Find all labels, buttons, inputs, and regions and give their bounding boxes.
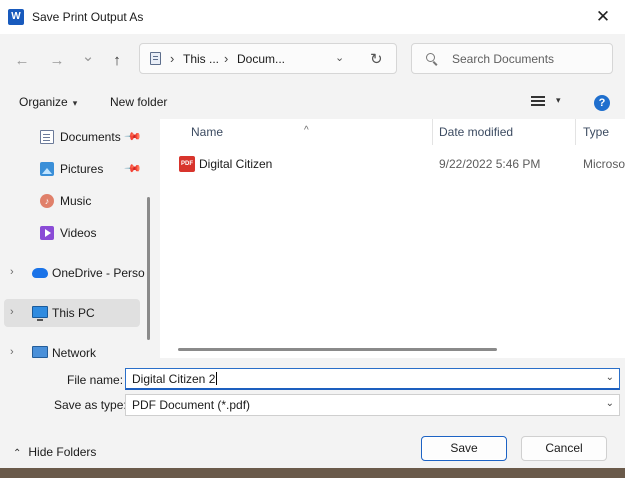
breadcrumb-documents[interactable]: Docum...: [237, 52, 285, 66]
breadcrumb-separator-icon: ›: [224, 51, 229, 66]
hide-folders-button[interactable]: ⌃ Hide Folders: [13, 445, 96, 459]
save-button[interactable]: Save: [421, 436, 507, 461]
onedrive-icon: [32, 268, 48, 278]
cancel-button[interactable]: Cancel: [521, 436, 607, 461]
sidebar-item-onedrive[interactable]: › OneDrive - Perso: [0, 259, 145, 287]
word-app-icon: W: [8, 9, 24, 25]
organize-label: Organize: [19, 95, 68, 109]
file-name-field[interactable]: Digital Citizen 2 ⌄: [125, 368, 620, 390]
column-header-date-modified[interactable]: Date modified: [433, 119, 575, 145]
this-pc-icon: [32, 306, 48, 321]
type-cell: Microso: [583, 157, 625, 171]
save-dialog: W Save Print Output As ✕ ← → ⌄ ↑ › This …: [0, 0, 625, 478]
horizontal-scrollbar[interactable]: [178, 348, 497, 351]
column-header-name[interactable]: Name ^: [160, 119, 432, 145]
documents-icon: [40, 130, 54, 144]
view-dropdown-icon[interactable]: ▾: [556, 95, 561, 106]
help-icon[interactable]: ?: [594, 95, 610, 111]
expand-chevron-icon[interactable]: ›: [10, 266, 14, 278]
sidebar-item-this-pc[interactable]: › This PC: [4, 299, 140, 327]
file-name-dropdown-icon[interactable]: ⌄: [606, 372, 614, 383]
pictures-icon: [40, 162, 54, 176]
sidebar-item-documents[interactable]: Documents 📌: [0, 123, 142, 151]
file-name-cell: Digital Citizen: [199, 157, 273, 171]
address-dropdown-icon[interactable]: ⌄: [335, 51, 344, 64]
sidebar-item-label: Music: [60, 194, 92, 208]
file-list: Name ^ Date modified Type PDF Digital Ci…: [160, 119, 625, 358]
back-arrow-icon[interactable]: ←: [11, 50, 33, 72]
column-header-label: Name: [191, 125, 224, 139]
up-arrow-icon[interactable]: ↑: [106, 50, 128, 72]
save-as-type-select[interactable]: PDF Document (*.pdf) ⌄: [125, 394, 620, 416]
navigation-pane-scrollbar[interactable]: [147, 197, 150, 340]
navigation-pane: Documents 📌 Pictures 📌 ♪ Music Videos › …: [0, 119, 158, 358]
breadcrumb-this-pc[interactable]: This ...: [183, 52, 219, 66]
refresh-icon[interactable]: ↻: [370, 50, 383, 68]
save-as-type-value: PDF Document (*.pdf): [132, 398, 251, 412]
address-location-icon: [150, 52, 161, 65]
save-form: File name: Digital Citizen 2 ⌄ Save as t…: [0, 358, 625, 420]
breadcrumb-separator-icon: ›: [170, 51, 175, 66]
expand-chevron-icon[interactable]: ›: [10, 346, 14, 358]
desktop-background-strip: [0, 468, 625, 478]
sidebar-item-label: Videos: [60, 226, 97, 240]
recent-locations-chevron-icon[interactable]: ⌄: [77, 46, 99, 68]
column-header-label: Date modified: [439, 125, 514, 139]
videos-icon: [40, 226, 54, 240]
column-header-type[interactable]: Type: [576, 119, 625, 145]
address-bar[interactable]: › This ... › Docum... ⌄ ↻: [139, 43, 397, 74]
sidebar-item-label: This PC: [52, 306, 95, 320]
save-as-type-dropdown-icon[interactable]: ⌄: [606, 398, 614, 409]
sidebar-item-label: Network: [52, 346, 97, 358]
file-row[interactable]: PDF Digital Citizen 9/22/2022 5:46 PM Mi…: [160, 149, 625, 177]
new-folder-button[interactable]: New folder: [110, 95, 167, 109]
forward-arrow-icon[interactable]: →: [46, 50, 68, 72]
command-bar: Organize ▾ New folder ▾ ?: [0, 86, 625, 119]
music-icon: ♪: [40, 194, 54, 208]
sidebar-item-label: OneDrive - Perso: [52, 266, 145, 280]
close-icon[interactable]: ✕: [581, 0, 625, 34]
search-icon: [426, 53, 435, 62]
network-icon: [32, 346, 48, 358]
collapse-chevron-icon: ⌃: [13, 448, 22, 459]
hide-folders-label: Hide Folders: [28, 445, 97, 459]
navigation-bar: ← → ⌄ ↑ › This ... › Docum... ⌄ ↻ Search…: [0, 34, 625, 86]
date-modified-cell: 9/22/2022 5:46 PM: [439, 157, 541, 171]
file-name-value: Digital Citizen 2: [132, 372, 216, 386]
sidebar-item-label: Documents: [60, 130, 121, 144]
sort-ascending-icon: ^: [304, 125, 309, 136]
text-cursor: [216, 372, 218, 385]
sidebar-item-label: Pictures: [60, 162, 104, 176]
view-options-icon[interactable]: [531, 96, 545, 106]
sidebar-item-pictures[interactable]: Pictures 📌: [0, 155, 142, 183]
pdf-icon: PDF: [179, 156, 195, 172]
organize-caret-icon: ▾: [72, 98, 78, 108]
search-box[interactable]: Search Documents: [411, 43, 613, 74]
sidebar-item-network[interactable]: › Network: [0, 339, 140, 358]
expand-chevron-icon[interactable]: ›: [10, 306, 14, 318]
sidebar-item-music[interactable]: ♪ Music: [0, 187, 140, 215]
save-as-type-label: Save as type:: [54, 398, 127, 412]
pin-icon[interactable]: 📌: [123, 159, 142, 178]
dialog-title: Save Print Output As: [32, 10, 144, 24]
sidebar-item-videos[interactable]: Videos: [0, 219, 140, 247]
search-input[interactable]: Search Documents: [452, 52, 554, 66]
pin-icon[interactable]: 📌: [123, 127, 142, 146]
file-name-label: File name:: [67, 373, 124, 387]
organize-button[interactable]: Organize ▾: [19, 95, 77, 109]
title-bar: W Save Print Output As ✕: [0, 0, 625, 34]
column-header-label: Type: [583, 125, 610, 139]
